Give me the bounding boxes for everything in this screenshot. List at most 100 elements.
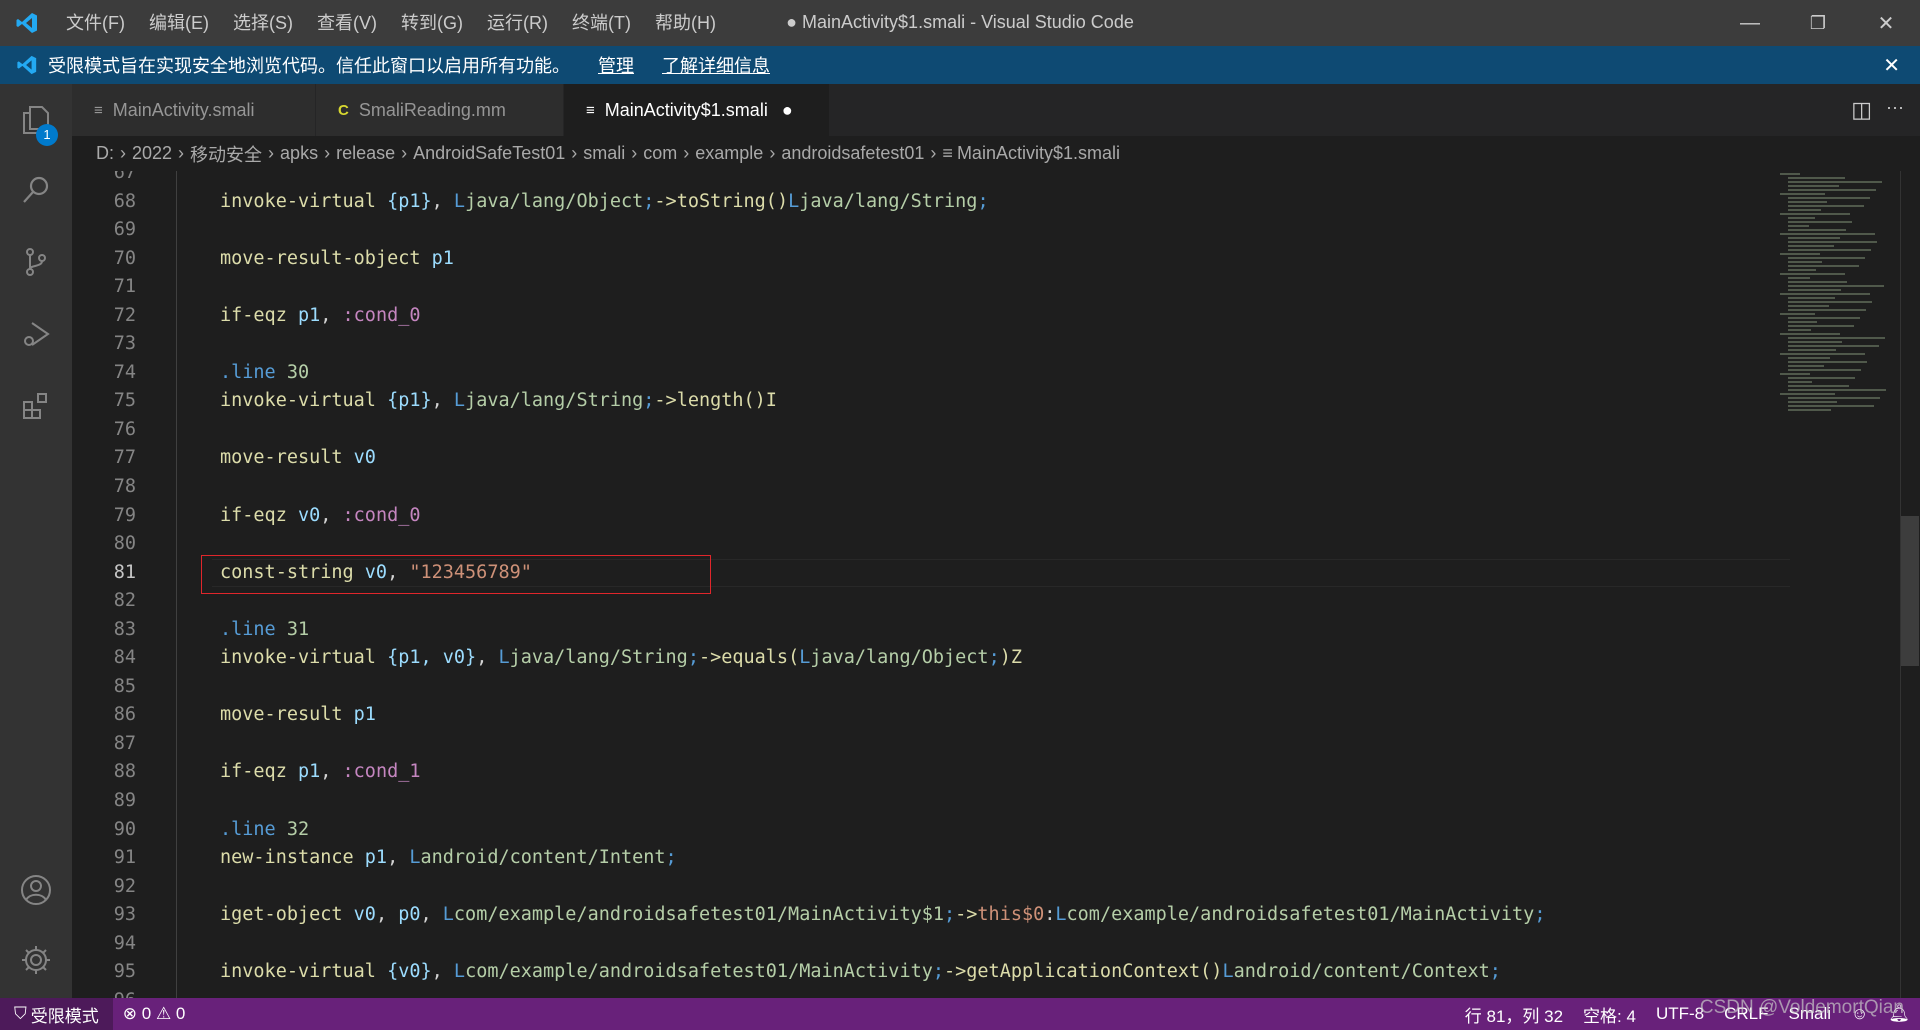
code-line[interactable]: 96 xyxy=(72,986,1900,998)
indentation[interactable]: 空格: 4 xyxy=(1573,998,1646,1030)
code-line[interactable]: 84 invoke-virtual {p1, v0}, Ljava/lang/St… xyxy=(72,644,1900,673)
code-line[interactable]: 95 invoke-virtual {v0}, Lcom/example/andr… xyxy=(72,958,1900,987)
unsaved-dot-icon[interactable]: ● xyxy=(782,100,793,121)
breadcrumb-item[interactable]: smali xyxy=(583,143,625,164)
banner-close-button[interactable]: ✕ xyxy=(1883,53,1900,78)
code-line[interactable]: 89 xyxy=(72,787,1900,816)
scrollbar-thumb[interactable] xyxy=(1901,516,1919,666)
activity-bar: 1 xyxy=(0,84,72,998)
indent-guide xyxy=(176,244,177,274)
menu-item[interactable]: 帮助(H) xyxy=(643,0,728,46)
minimap-line xyxy=(1788,345,1879,347)
settings-gear-icon[interactable] xyxy=(0,930,72,990)
minimap-line xyxy=(1788,201,1827,203)
code-line[interactable]: 78 xyxy=(72,473,1900,502)
line-number: 94 xyxy=(113,932,136,954)
code-line[interactable]: 87 xyxy=(72,729,1900,759)
token-reg: p1 xyxy=(431,247,454,269)
menu-item[interactable]: 文件(F) xyxy=(54,0,137,46)
breadcrumb-item[interactable]: release xyxy=(336,143,395,164)
more-actions-icon[interactable]: ··· xyxy=(1886,97,1904,118)
breadcrumb-item[interactable]: AndroidSafeTest01 xyxy=(413,143,565,164)
code-line[interactable]: 92 xyxy=(72,872,1900,902)
line-number: 86 xyxy=(113,704,136,726)
menu-item[interactable]: 运行(R) xyxy=(475,0,560,46)
code-line[interactable]: 90 .line 32 xyxy=(72,815,1900,845)
minimize-button[interactable]: — xyxy=(1716,0,1784,46)
minimap-line xyxy=(1788,269,1816,271)
code-text: move-result-object p1 xyxy=(220,245,454,274)
line-number: 96 xyxy=(72,987,136,998)
chevron-right-icon: › xyxy=(120,143,126,163)
indent-guide xyxy=(176,216,177,245)
explorer-badge: 1 xyxy=(36,124,58,146)
code-line[interactable]: 73 xyxy=(72,330,1900,359)
search-icon[interactable] xyxy=(0,160,72,220)
vertical-scrollbar[interactable] xyxy=(1900,171,1920,998)
minimap[interactable] xyxy=(1780,171,1900,441)
run-debug-icon[interactable] xyxy=(0,304,72,364)
code-line[interactable]: 93 iget-object v0, p0, Lcom/example/andro… xyxy=(72,901,1900,930)
breadcrumb-item[interactable]: MainActivity$1.smali xyxy=(957,143,1120,164)
minimap-line xyxy=(1788,365,1824,367)
menu-item[interactable]: 查看(V) xyxy=(305,0,389,46)
code-line[interactable]: 75 invoke-virtual {p1}, Ljava/lang/String… xyxy=(72,387,1900,416)
cursor-position[interactable]: 行 81，列 32 xyxy=(1455,998,1573,1030)
indent-guide xyxy=(176,415,177,445)
breadcrumb-item[interactable]: 2022 xyxy=(132,143,172,164)
restricted-mode-indicator[interactable]: ⛉ 受限模式 xyxy=(0,998,113,1030)
token-kw: .line xyxy=(220,818,287,840)
close-button[interactable]: ✕ xyxy=(1852,0,1920,46)
code-line[interactable]: 91 new-instance p1, Landroid/content/Inte… xyxy=(72,844,1900,873)
editor-tabs: ≡ MainActivity.smali C SmaliReading.mm ≡ Ma… xyxy=(72,84,1920,136)
breadcrumb-item[interactable]: 移动安全 xyxy=(190,141,262,167)
token-ins: invoke-virtual xyxy=(220,390,388,412)
code-line[interactable]: 94 xyxy=(72,929,1900,959)
code-line[interactable]: 69 xyxy=(72,216,1900,245)
code-line[interactable]: 70 move-result-object p1 xyxy=(72,244,1900,274)
code-line[interactable]: 86 move-result p1 xyxy=(72,701,1900,730)
token-kw: ; xyxy=(643,190,655,212)
code-line[interactable]: 83 .line 31 xyxy=(72,615,1900,645)
indent-guide xyxy=(176,844,177,873)
code-line[interactable]: 85 xyxy=(72,672,1900,702)
token-cls: android/content/Intent xyxy=(420,847,666,869)
menu-item[interactable]: 转到(G) xyxy=(389,0,475,46)
code-line[interactable]: 76 xyxy=(72,415,1900,445)
code-line[interactable]: 77 move-result v0 xyxy=(72,444,1900,474)
code-line[interactable]: 74 .line 30 xyxy=(72,358,1900,388)
problems-indicator[interactable]: ⊗ 0 ⚠ 0 xyxy=(113,998,196,1030)
code-text: move-result v0 xyxy=(220,444,376,473)
source-control-icon[interactable] xyxy=(0,232,72,292)
restore-button[interactable]: ❐ xyxy=(1784,0,1852,46)
token-num: 31 xyxy=(286,618,310,640)
breadcrumb-item[interactable]: D: xyxy=(96,143,114,164)
minimap-line xyxy=(1788,361,1867,363)
breadcrumb-item[interactable]: example xyxy=(695,143,763,164)
code-line[interactable]: 88 if-eqz p1, :cond_1 xyxy=(72,758,1900,788)
tab-mainactivity-smali[interactable]: ≡ MainActivity.smali xyxy=(72,84,316,136)
minimap-line xyxy=(1788,297,1835,299)
code-line[interactable]: 79 if-eqz v0, :cond_0 xyxy=(72,501,1900,531)
code-line[interactable]: 67 xyxy=(72,171,1900,188)
learn-more-link[interactable]: 了解详细信息 xyxy=(662,52,770,78)
breadcrumb-item[interactable]: androidsafetest01 xyxy=(781,143,924,164)
manage-link[interactable]: 管理 xyxy=(598,52,634,78)
breadcrumb-item[interactable]: apks xyxy=(280,143,318,164)
extensions-icon[interactable] xyxy=(0,376,72,436)
code-line[interactable]: 72 if-eqz p1, :cond_0 xyxy=(72,301,1900,331)
tab-smalireading-mm[interactable]: C SmaliReading.mm xyxy=(316,84,564,136)
menu-item[interactable]: 选择(S) xyxy=(221,0,305,46)
menu-item[interactable]: 编辑(E) xyxy=(137,0,221,46)
minimap-line xyxy=(1788,317,1860,319)
menu-item[interactable]: 终端(T) xyxy=(560,0,643,46)
breadcrumb-item[interactable]: com xyxy=(643,143,677,164)
tab-mainactivity1-smali[interactable]: ≡ MainActivity$1.smali ● xyxy=(564,84,830,136)
code-line[interactable]: 71 xyxy=(72,273,1900,302)
split-editor-icon[interactable]: ◫ xyxy=(1851,97,1872,123)
line-number: 76 xyxy=(113,418,136,440)
account-icon[interactable] xyxy=(0,860,72,920)
shield-icon: ⛉ xyxy=(14,1004,27,1023)
explorer-icon[interactable]: 1 xyxy=(0,90,72,150)
code-line[interactable]: 68 invoke-virtual {p1}, Ljava/lang/Object… xyxy=(72,187,1900,217)
